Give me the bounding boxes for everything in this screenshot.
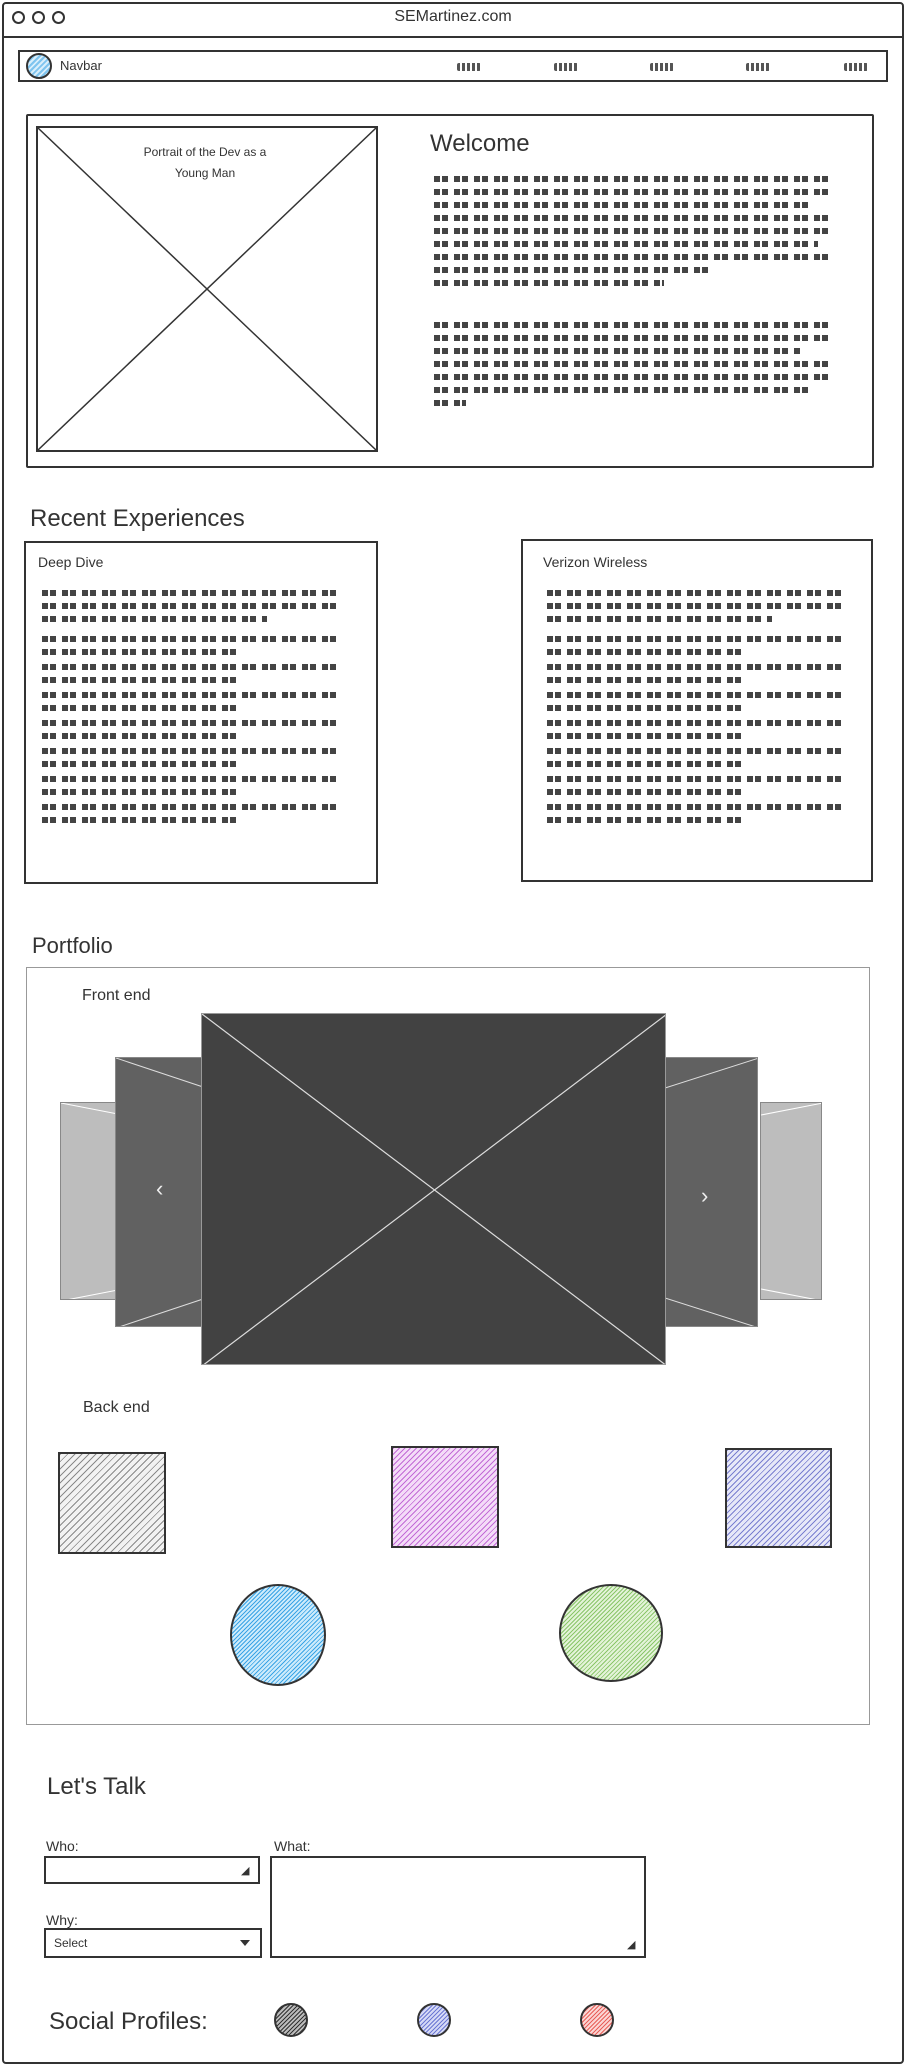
experience-bullets-wrap (42, 649, 242, 823)
welcome-heading: Welcome (430, 130, 530, 157)
what-textarea[interactable] (270, 1856, 646, 1958)
experience-title: Verizon Wireless (543, 554, 648, 570)
lets-talk-heading: Let's Talk (47, 1773, 146, 1800)
who-input[interactable] (44, 1856, 260, 1884)
logo-icon[interactable] (26, 53, 52, 79)
portrait-caption: Portrait of the Dev as a Young Man (143, 145, 267, 180)
experience-bullets-wrap (547, 649, 747, 823)
carousel-slide-far-right[interactable] (760, 1102, 822, 1300)
why-label: Why: (46, 1912, 78, 1928)
why-select-value: Select (54, 1936, 88, 1950)
experience-summary (547, 590, 847, 622)
chevron-left-icon[interactable]: ‹ (156, 1176, 163, 1202)
social-profile-icon-1[interactable] (274, 2003, 308, 2037)
welcome-paragraph-2 (434, 322, 830, 406)
backend-label: Back end (83, 1399, 150, 1416)
nav-link-4[interactable] (746, 63, 770, 71)
carousel-slide-active[interactable] (201, 1013, 666, 1365)
chevron-down-icon[interactable] (240, 1940, 250, 1946)
recent-experiences-heading: Recent Experiences (30, 505, 245, 532)
backend-project-4[interactable] (230, 1584, 326, 1686)
what-label: What: (274, 1838, 311, 1854)
welcome-paragraph-1 (434, 176, 830, 286)
resize-handle-icon[interactable]: ◢ (241, 1864, 249, 1877)
nav-link-5[interactable] (844, 63, 868, 71)
social-profile-icon-2[interactable] (417, 2003, 451, 2037)
backend-project-1[interactable] (58, 1452, 166, 1554)
frontend-label: Front end (82, 987, 151, 1004)
portfolio-heading: Portfolio (32, 933, 113, 958)
backend-project-5[interactable] (559, 1584, 663, 1682)
experience-title: Deep Dive (38, 554, 104, 570)
who-label: Who: (46, 1838, 79, 1854)
image-placeholder-icon (202, 1014, 665, 1364)
navbar-label: Navbar (60, 58, 102, 73)
social-profiles-heading: Social Profiles: (49, 2008, 208, 2035)
resize-handle-icon[interactable]: ◢ (627, 1938, 635, 1951)
carousel-slide-right[interactable] (664, 1057, 758, 1327)
window-title: SEMartinez.com (394, 8, 512, 25)
experience-summary (42, 590, 342, 622)
nav-link-1[interactable] (457, 63, 481, 71)
nav-link-3[interactable] (650, 63, 674, 71)
backend-project-2[interactable] (391, 1446, 499, 1548)
backend-project-3[interactable] (725, 1448, 832, 1548)
social-profile-icon-3[interactable] (580, 2003, 614, 2037)
chevron-right-icon[interactable]: › (701, 1183, 708, 1209)
nav-link-2[interactable] (554, 63, 578, 71)
carousel-slide-far-left[interactable] (60, 1102, 122, 1300)
